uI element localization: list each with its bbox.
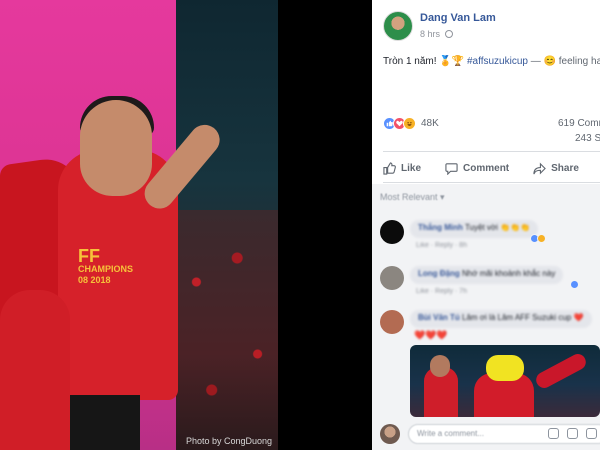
comment-bubble[interactable]: Bùi Văn Tú Lâm ơi là Lâm AFF Suzuki cup … xyxy=(410,310,592,328)
like-button[interactable]: Like xyxy=(383,161,422,175)
photo-jersey-text: FF CHAMPIONS 08 2018 xyxy=(78,246,134,286)
write-comment-row: Write a comment... xyxy=(380,424,600,446)
photo-player-head xyxy=(80,100,152,196)
commenter-avatar[interactable] xyxy=(380,220,404,244)
post-photo[interactable]: FF CHAMPIONS 08 2018 Photo by CongDuong xyxy=(0,0,278,450)
comment-bubble[interactable]: Thắng Minh Tuyệt vời 👏👏👏 xyxy=(410,220,539,238)
image-figure-head xyxy=(486,355,524,381)
share-label: Share xyxy=(551,162,579,174)
screenshot-root: FF CHAMPIONS 08 2018 Photo by CongDuong … xyxy=(0,0,600,450)
comment-count[interactable]: 619 Comments xyxy=(558,118,600,129)
thumbs-up-icon xyxy=(383,161,396,175)
globe-icon xyxy=(444,30,453,38)
jersey-line1: FF xyxy=(78,246,100,266)
comment-text: Nhớ mãi khoảnh khắc này xyxy=(462,269,556,278)
haha-reaction-icon xyxy=(537,234,546,243)
jersey-line2: CHAMPIONS xyxy=(78,264,134,274)
comment-text: Tuyệt vời 👏👏👏 xyxy=(464,223,531,232)
reaction-count: 48K xyxy=(421,117,439,129)
author-avatar[interactable] xyxy=(383,11,413,41)
comment-meta: ❤️❤️❤️ xyxy=(414,330,448,340)
like-label: Like xyxy=(401,162,422,174)
photo-teammate xyxy=(0,290,70,450)
commenter-name[interactable]: Long Đặng xyxy=(418,269,460,278)
comment-sort-dropdown[interactable]: Most Relevant ▾ xyxy=(380,192,445,203)
post-meta: 8 hrs xyxy=(420,29,453,39)
comment-meta[interactable]: Like · Reply · 8h xyxy=(416,242,467,249)
comment-icon xyxy=(445,162,458,175)
emoji-icon[interactable] xyxy=(548,428,559,439)
comments-section: Most Relevant ▾ Thắng Minh Tuyệt vời 👏👏👏… xyxy=(372,184,600,450)
comment-input-icons xyxy=(548,428,600,439)
divider-top xyxy=(383,151,600,152)
jersey-line3: 08 2018 xyxy=(78,275,111,285)
photo-player-shorts xyxy=(60,395,140,450)
post-time[interactable]: 8 hrs xyxy=(420,29,440,39)
comment-label: Comment xyxy=(463,162,510,174)
comment-button[interactable]: Comment xyxy=(445,162,509,175)
comment-reactions[interactable] xyxy=(530,234,546,243)
commenter-avatar[interactable] xyxy=(380,310,404,334)
gif-icon[interactable] xyxy=(586,428,597,439)
share-icon xyxy=(533,162,546,174)
lightbox-gap xyxy=(278,0,372,450)
reaction-summary[interactable]: 48K xyxy=(383,115,439,131)
comment-attached-image[interactable] xyxy=(410,345,600,417)
comment-text: Lâm ơi là Lâm AFF Suzuki cup ❤️ xyxy=(462,313,584,322)
commenter-avatar[interactable] xyxy=(380,266,404,290)
commenter-name[interactable]: Bùi Văn Tú xyxy=(418,313,460,322)
author-name[interactable]: Dang Van Lam xyxy=(420,12,496,24)
post-text: Tròn 1 năm! 🏅🏆 #affsuzukicup — 😊 feeling… xyxy=(383,55,600,69)
divider-bottom xyxy=(383,182,600,183)
like-reaction-icon xyxy=(570,280,579,289)
post-hashtag[interactable]: #affsuzukicup xyxy=(467,56,528,67)
image-figure-arm xyxy=(533,351,589,391)
photo-credit: Photo by CongDuong xyxy=(185,436,272,446)
image-figure-head xyxy=(430,355,450,377)
photo-crowd xyxy=(176,210,278,450)
share-count[interactable]: 243 Shares xyxy=(575,133,600,144)
post-feeling: — 😊 feeling happy. xyxy=(530,56,600,67)
comment-bubble[interactable]: Long Đặng Nhớ mãi khoảnh khắc này xyxy=(410,266,564,284)
camera-icon[interactable] xyxy=(567,428,578,439)
post-sidebar: Dang Van Lam 8 hrs Tròn 1 năm! 🏅🏆 #affsu… xyxy=(372,0,600,450)
action-bar: Like Comment Share xyxy=(383,156,600,180)
viewer-avatar[interactable] xyxy=(380,424,400,444)
share-button[interactable]: Share xyxy=(533,162,579,175)
post-text-main: Tròn 1 năm! 🏅🏆 xyxy=(383,56,467,67)
comment-meta[interactable]: Like · Reply · 7h xyxy=(416,288,467,295)
haha-reaction-icon xyxy=(403,116,416,130)
comment-reactions[interactable] xyxy=(570,280,579,289)
commenter-name[interactable]: Thắng Minh xyxy=(418,223,463,232)
